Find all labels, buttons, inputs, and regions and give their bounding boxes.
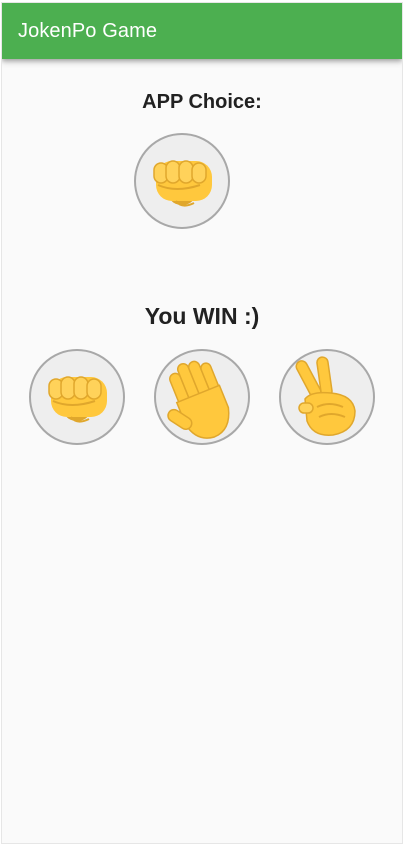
rock-button[interactable] [29, 349, 125, 445]
app-window: JokenPo Game APP Choice: You WIN :) [1, 2, 403, 844]
victory-hand-icon [295, 356, 356, 436]
paper-button[interactable] [154, 349, 250, 445]
result-text: You WIN :) [144, 303, 260, 329]
app-choice-image [134, 133, 230, 229]
fist-icon [48, 376, 107, 423]
fist-icon [153, 160, 212, 207]
app-title: JokenPo Game [18, 19, 158, 42]
app-bar: JokenPo Game [2, 3, 402, 59]
app-choice-label: APP Choice: [142, 91, 262, 113]
scissors-button[interactable] [279, 349, 375, 445]
open-hand-icon [167, 360, 230, 439]
